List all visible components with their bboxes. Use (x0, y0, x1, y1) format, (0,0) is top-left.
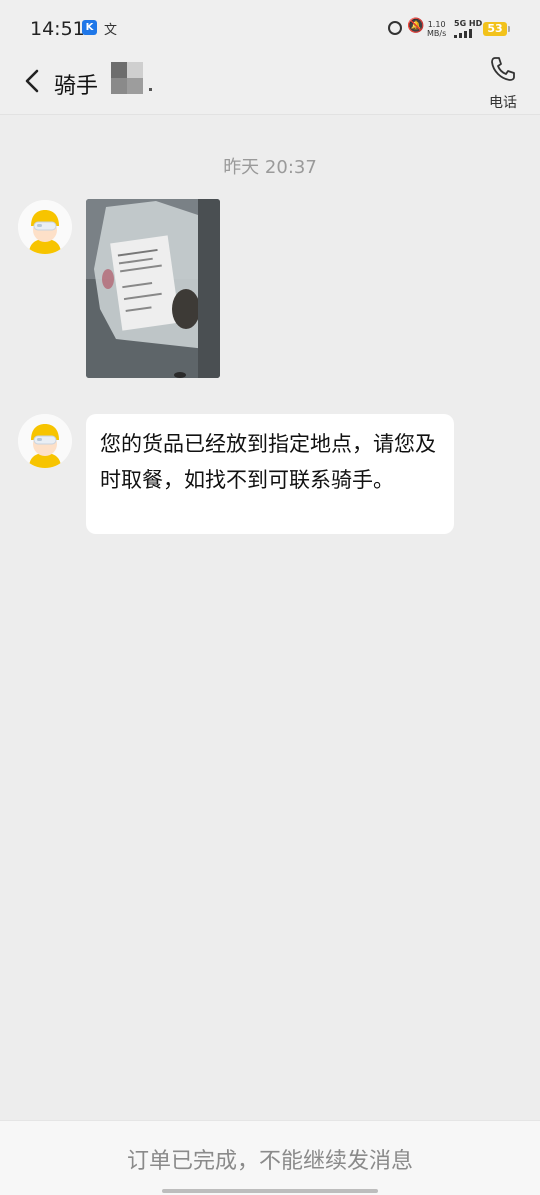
signal-indicator: 5G HD (454, 19, 482, 38)
phone-icon (491, 57, 515, 81)
battery-icon: 53 (483, 22, 510, 36)
signal-bars-icon (454, 29, 482, 38)
delivery-photo (86, 199, 220, 378)
chevron-left-icon (25, 69, 39, 93)
network-speed-unit: MB/s (427, 29, 447, 38)
alarm-icon (388, 21, 402, 35)
signal-label: 5G HD (454, 19, 483, 28)
status-bar: 14:51 K 文 🔕 1.10 MB/s 5G HD 53 (0, 0, 540, 58)
rider-avatar-icon (18, 200, 72, 254)
photo-message[interactable] (86, 199, 220, 378)
rider-avatar-icon (18, 414, 72, 468)
rider-avatar[interactable] (18, 414, 72, 468)
call-button[interactable] (488, 54, 518, 84)
network-speed: 1.10 MB/s (427, 20, 446, 38)
redacted-name-block (111, 62, 152, 94)
chat-footer: 订单已完成，不能继续发消息 (0, 1120, 540, 1195)
text-app-icon: 文 (104, 23, 118, 38)
back-button[interactable] (18, 66, 48, 96)
order-completed-notice: 订单已完成，不能继续发消息 (126, 1149, 413, 1174)
message-timestamp: 昨天 20:37 (223, 157, 317, 178)
chat-header: 骑手 电话 (0, 57, 540, 115)
home-indicator[interactable] (162, 1189, 378, 1193)
call-button-label[interactable]: 电话 (478, 92, 528, 112)
status-time: 14:51 (30, 18, 85, 40)
chat-title: 骑手 (54, 74, 99, 99)
mute-bell-icon: 🔕 (407, 18, 425, 34)
network-speed-value: 1.10 (427, 20, 446, 29)
text-message-bubble[interactable]: 您的货品已经放到指定地点，请您及时取餐，如找不到可联系骑手。 (86, 414, 454, 534)
rider-avatar[interactable] (18, 200, 72, 254)
kugou-app-icon: K (82, 20, 97, 35)
